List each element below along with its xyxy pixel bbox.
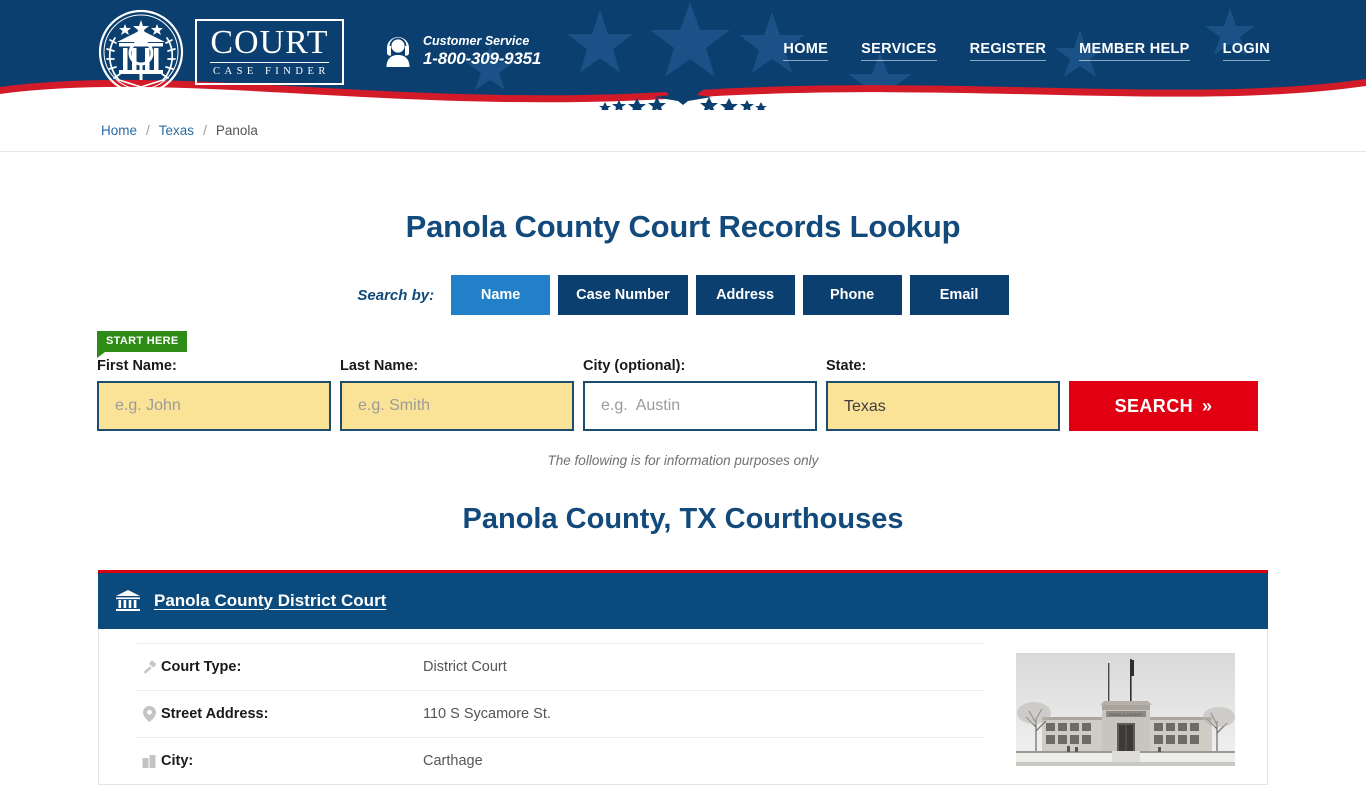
city-label: City:: [161, 753, 194, 769]
state-field-group: State: Texas: [826, 358, 1060, 431]
city-value: Carthage: [423, 753, 483, 769]
gavel-icon: [137, 660, 161, 675]
tab-name[interactable]: Name: [451, 275, 551, 315]
tab-phone[interactable]: Phone: [802, 275, 902, 315]
court-card: Panola County District Court Court Type:: [98, 570, 1268, 785]
city-icon: [137, 754, 161, 768]
logo-subtitle-text: CASE FINDER: [213, 66, 330, 77]
state-select[interactable]: Texas: [826, 381, 1060, 431]
customer-service-phone: 1-800-309-9351: [423, 49, 542, 68]
courthouses-section-title: Panola County, TX Courthouses: [462, 503, 904, 535]
breadcrumb-link-home[interactable]: Home: [101, 123, 137, 138]
breadcrumb: Home / Texas / Panola: [0, 110, 1366, 152]
breadcrumb-separator: /: [203, 123, 207, 138]
table-row: Street Address: 110 S Sycamore St.: [137, 690, 984, 737]
last-name-field-group: Last Name:: [340, 358, 574, 431]
state-label: State:: [826, 358, 867, 374]
svg-text:PANOLA COUNTY: PANOLA COUNTY: [1109, 712, 1143, 717]
city-label: City (optional):: [583, 358, 686, 374]
nav-item-services[interactable]: SERVICES: [861, 41, 937, 61]
last-name-label: Last Name:: [340, 358, 419, 374]
tab-case-number[interactable]: Case Number: [558, 275, 688, 315]
bank-building-icon: [116, 590, 140, 611]
page-title: Panola County Court Records Lookup: [405, 209, 961, 244]
street-address-label: Street Address:: [161, 706, 269, 722]
breadcrumb-current-panola: Panola: [215, 123, 258, 138]
nav-item-login[interactable]: LOGIN: [1222, 41, 1270, 61]
breadcrumb-link-texas[interactable]: Texas: [159, 123, 194, 138]
main-content: Panola County Court Records Lookup Searc…: [0, 152, 1366, 785]
nav-item-register[interactable]: REGISTER: [969, 41, 1047, 61]
logo-court-text: COURT: [210, 24, 329, 63]
court-details-table: Court Type: District Court Street Addres…: [99, 643, 1012, 784]
tab-email[interactable]: Email: [909, 275, 1009, 315]
tab-address[interactable]: Address: [695, 275, 795, 315]
first-name-input[interactable]: [97, 381, 331, 431]
customer-service-label: Customer Service: [423, 34, 530, 48]
court-photo-wrap: PANOLA COUNTY: [1012, 643, 1267, 784]
site-logo[interactable]: COURT CASE FINDER: [95, 8, 350, 96]
main-navigation: HOME SERVICES REGISTER MEMBER HELP LOGIN: [783, 41, 1270, 61]
map-pin-icon: [137, 706, 161, 722]
search-by-tabs: Search by: Name Case Number Address Phon…: [0, 275, 1366, 315]
search-button-label: SEARCH: [1114, 395, 1193, 416]
site-header: COURT CASE FINDER Customer Service 1-800…: [0, 0, 1366, 110]
city-field-group: City (optional):: [583, 358, 817, 431]
court-emblem-icon: [98, 9, 184, 95]
first-name-field-group: First Name:: [97, 358, 331, 431]
chevron-double-right-icon: »: [1202, 395, 1213, 416]
search-fields-row: First Name: Last Name: City (optional): …: [97, 331, 1269, 431]
start-here-badge: START HERE: [97, 331, 188, 358]
court-type-value: District Court: [423, 659, 507, 675]
street-address-value: 110 S Sycamore St.: [423, 706, 551, 722]
nav-item-home[interactable]: HOME: [783, 41, 829, 61]
disclaimer-text: The following is for information purpose…: [547, 453, 819, 468]
nav-item-member-help[interactable]: MEMBER HELP: [1079, 41, 1190, 61]
headset-agent-icon: [386, 37, 410, 67]
search-button[interactable]: SEARCH »: [1069, 381, 1258, 431]
court-card-body: Court Type: District Court Street Addres…: [98, 629, 1268, 785]
court-name-link[interactable]: Panola County District Court: [154, 591, 386, 611]
court-type-label: Court Type:: [161, 659, 242, 675]
table-row: City: Carthage: [137, 737, 984, 784]
customer-service-block: Customer Service 1-800-309-9351: [383, 33, 541, 69]
logo-wordmark: COURT CASE FINDER: [195, 19, 344, 85]
city-input[interactable]: [583, 381, 817, 431]
table-row: Court Type: District Court: [137, 643, 984, 690]
court-card-header: Panola County District Court: [98, 573, 1268, 629]
first-name-label: First Name:: [97, 358, 177, 374]
search-form: START HERE First Name: Last Name: City (…: [97, 331, 1269, 431]
courthouse-photo: PANOLA COUNTY: [1012, 647, 1239, 772]
breadcrumb-separator: /: [146, 123, 150, 138]
last-name-input[interactable]: [340, 381, 574, 431]
search-by-label: Search by:: [357, 286, 435, 304]
